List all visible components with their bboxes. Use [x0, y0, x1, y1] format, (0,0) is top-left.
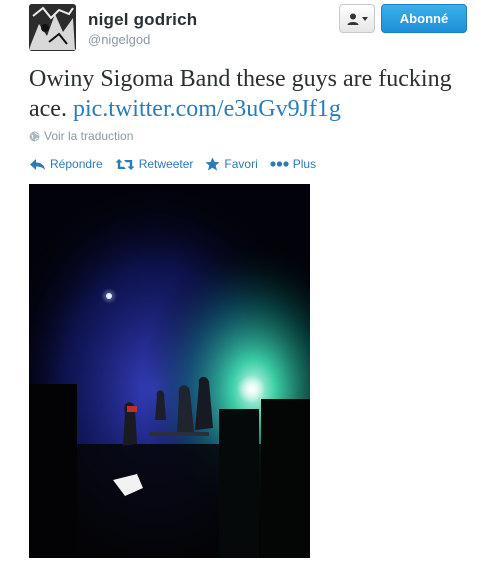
more-action[interactable]: Plus [270, 157, 316, 171]
star-icon [205, 157, 220, 171]
retweet-label: Retweeter [138, 157, 194, 171]
user-actions-button[interactable] [339, 4, 375, 33]
person-dropdown-icon [347, 13, 359, 25]
avatar[interactable] [29, 4, 76, 51]
favorite-action[interactable]: Favori [205, 157, 258, 171]
chevron-down-icon [362, 16, 368, 21]
tweet-text: Owiny Sigoma Band these guys are fucking… [29, 64, 479, 124]
tweet-actions: Répondre Retweeter Favori Plus [29, 155, 328, 173]
translate-label: Voir la traduction [44, 129, 134, 143]
reply-label: Répondre [50, 157, 103, 171]
tweet-photo[interactable] [29, 184, 310, 558]
user-handle[interactable]: @nigelgod [88, 32, 150, 47]
favorite-label: Favori [224, 157, 258, 171]
retweet-action[interactable]: Retweeter [115, 157, 194, 171]
globe-icon [29, 131, 40, 141]
avatar-image [29, 4, 76, 51]
more-dots-icon [270, 161, 289, 167]
reply-action[interactable]: Répondre [29, 157, 103, 171]
concert-photo [29, 184, 310, 558]
user-name[interactable]: nigel godrich [88, 10, 197, 30]
retweet-icon [115, 158, 135, 170]
reply-icon [30, 158, 45, 170]
translate-link[interactable]: Voir la traduction [29, 129, 133, 143]
tweet-media-link[interactable]: pic.twitter.com/e3uGv9Jf1g [73, 96, 341, 122]
more-label: Plus [292, 157, 317, 171]
follow-button[interactable]: Abonné [381, 4, 467, 33]
